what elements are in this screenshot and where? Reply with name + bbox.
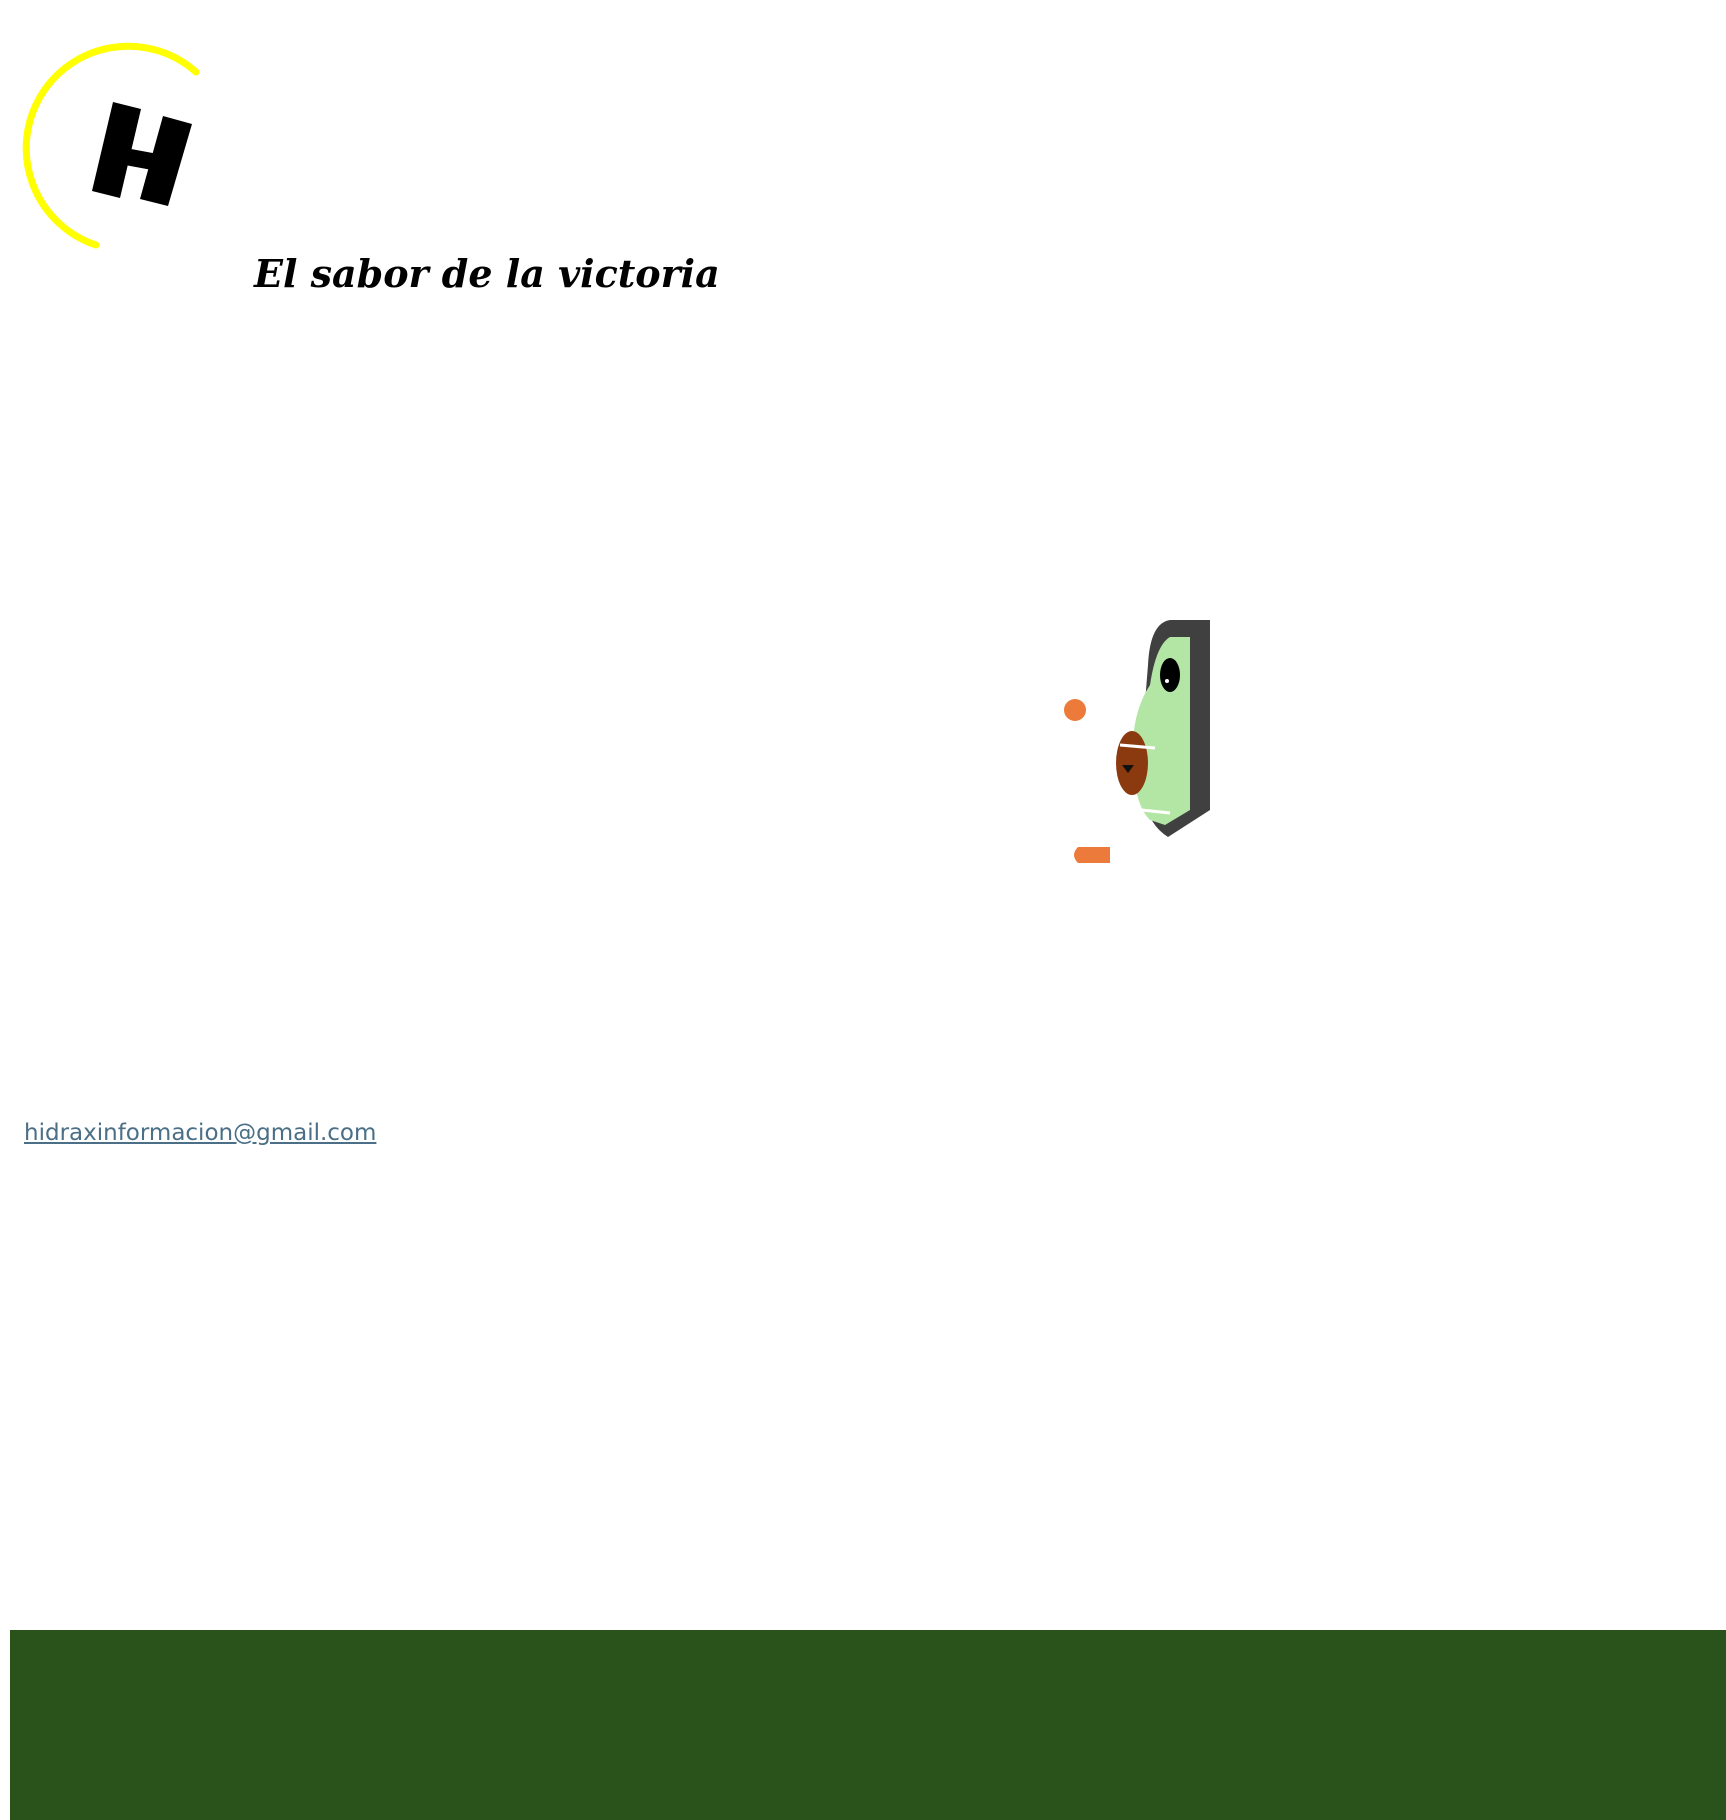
tagline: El sabor de la victoria	[254, 251, 720, 296]
contact-email-link[interactable]: hidraxinformacion@gmail.com	[24, 1116, 376, 1150]
hidrax-logo-icon	[22, 42, 200, 249]
footer-band	[10, 1630, 1726, 1820]
site-logo[interactable]	[8, 40, 208, 255]
avocado-mascot-icon	[1064, 620, 1210, 863]
avocado-mascot-illustration	[1060, 615, 1230, 875]
